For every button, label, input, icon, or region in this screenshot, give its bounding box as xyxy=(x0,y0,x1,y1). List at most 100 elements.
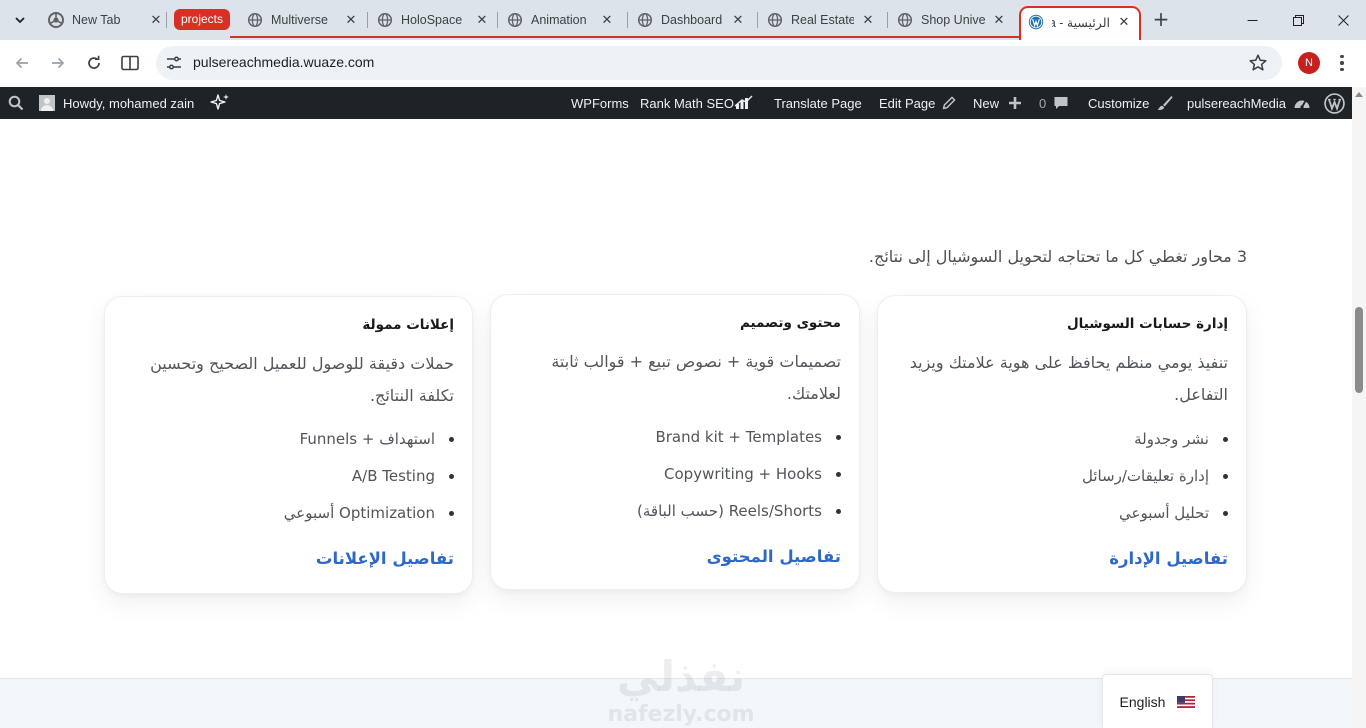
minimize-button[interactable] xyxy=(1229,0,1275,40)
card-description: حملات دقيقة للوصول للعميل الصحيح وتحسين … xyxy=(150,348,454,412)
card-description-line: التفاعل. xyxy=(1174,385,1228,404)
bookmark-star-icon[interactable] xyxy=(1248,53,1268,73)
new-tab-button[interactable]: + xyxy=(1151,9,1171,30)
my-account-menu[interactable]: Howdy, mohamed zain xyxy=(39,87,194,119)
tab-new-tab[interactable]: New Tab ✕ xyxy=(48,6,164,34)
customize-label: Customize xyxy=(1088,95,1150,111)
ai-assistant-button[interactable] xyxy=(209,87,231,119)
tab-title: HoloSpace xyxy=(401,13,463,27)
ads-details-link[interactable]: تفاصيل الإعلانات xyxy=(316,549,454,568)
site-settings-icon[interactable] xyxy=(165,54,183,72)
scroll-up-arrow[interactable] xyxy=(1355,92,1363,97)
list-item: Reels/Shorts (حسب الباقة) xyxy=(637,500,841,537)
new-content-menu[interactable]: New xyxy=(973,87,1022,119)
address-bar[interactable]: pulsereachmedia.wuaze.com xyxy=(156,46,1282,80)
tab-separator xyxy=(627,12,628,28)
chevron-down-icon xyxy=(15,17,25,24)
language-switcher[interactable]: English xyxy=(1102,674,1213,728)
sparkle-icon xyxy=(210,94,229,110)
tab-search-button[interactable] xyxy=(8,8,32,32)
admin-search[interactable] xyxy=(8,87,24,119)
tab-shop[interactable]: Shop Unive ✕ xyxy=(897,6,1007,34)
howdy-text: Howdy, mohamed zain xyxy=(63,95,195,111)
rank-math-label: Rank Math SEO xyxy=(640,95,734,111)
edit-page-label: Edit Page xyxy=(879,95,936,111)
list-item: إدارة تعليقات/رسائل xyxy=(1082,465,1229,502)
tab-dashboard[interactable]: Dashboard ✕ xyxy=(637,6,746,34)
dot xyxy=(1340,61,1344,65)
edit-page-button[interactable]: Edit Page xyxy=(879,87,957,119)
paintbrush-icon xyxy=(1157,96,1174,110)
dashboard-gauge-icon xyxy=(1294,100,1310,109)
wordpress-icon xyxy=(1324,92,1345,114)
tab-holospace[interactable]: HoloSpace ✕ xyxy=(377,6,490,34)
wp-logo-menu[interactable] xyxy=(1324,87,1345,119)
card-title: محتوى وتصميم xyxy=(739,315,841,331)
translate-page-button[interactable]: Translate Page xyxy=(774,87,862,119)
tab-title: الرئيسية - a xyxy=(1052,15,1110,30)
tab-multiverse[interactable]: Multiverse ✕ xyxy=(247,6,359,34)
globe-icon xyxy=(377,12,393,28)
close-icon[interactable]: ✕ xyxy=(599,12,615,28)
close-icon[interactable]: ✕ xyxy=(148,12,164,28)
tab-animation[interactable]: Animation ✕ xyxy=(507,6,615,34)
reading-mode-button[interactable] xyxy=(118,51,142,75)
plus-icon xyxy=(1009,97,1022,109)
restore-button[interactable] xyxy=(1275,0,1321,40)
card-title: إدارة حسابات السوشيال xyxy=(1066,316,1228,332)
globe-icon xyxy=(637,12,653,28)
section-intro-text: 3 محاور تغطي كل ما تحتاجه لتحويل السوشيا… xyxy=(868,247,1247,266)
close-icon[interactable]: ✕ xyxy=(1116,14,1132,30)
site-name-label: pulsereachMedia xyxy=(1187,95,1287,111)
rank-math-menu[interactable]: Rank Math SEO xyxy=(640,87,754,119)
card-feature-list: استهداف + Funnels A/B Testing Optimizati… xyxy=(284,428,455,539)
reload-button[interactable] xyxy=(82,51,106,75)
close-icon[interactable]: ✕ xyxy=(343,12,359,28)
wp-admin-bar: Howdy, mohamed zain WPForms Rank Math SE… xyxy=(0,87,1352,119)
globe-icon xyxy=(507,12,523,28)
site-name-menu[interactable]: pulsereachMedia xyxy=(1187,87,1311,119)
service-card-content: محتوى وتصميم تصميمات قوية + نصوص تبيع + … xyxy=(490,294,860,590)
back-button[interactable] xyxy=(10,51,34,75)
wordpress-icon xyxy=(1028,14,1044,30)
chrome-icon xyxy=(48,12,64,28)
tab-separator xyxy=(166,12,167,28)
list-item: A/B Testing xyxy=(284,465,455,502)
comments-button[interactable]: 0 xyxy=(1039,87,1069,119)
card-description-line: تكلفة النتائج. xyxy=(369,386,454,405)
close-icon[interactable]: ✕ xyxy=(730,12,746,28)
service-card-management: إدارة حسابات السوشيال تنفيذ يومي منظم يح… xyxy=(877,295,1247,593)
comment-icon xyxy=(1054,97,1068,109)
close-icon[interactable]: ✕ xyxy=(474,12,490,28)
close-icon[interactable]: ✕ xyxy=(991,12,1007,28)
list-item: Optimization أسبوعي xyxy=(284,502,455,539)
card-feature-list: Brand kit + Templates Copywriting + Hook… xyxy=(637,426,841,537)
forward-button[interactable] xyxy=(46,51,70,75)
page-scrollbar[interactable] xyxy=(1352,87,1366,728)
tab-group-chip[interactable]: projects xyxy=(174,9,231,30)
list-item: Copywriting + Hooks xyxy=(637,463,841,500)
tab-title: Multiverse xyxy=(271,13,328,27)
card-title: إعلانات ممولة xyxy=(362,317,454,333)
list-item: نشر وجدولة xyxy=(1082,428,1229,465)
management-details-link[interactable]: تفاصيل الإدارة xyxy=(1109,549,1228,568)
scrollbar-thumb[interactable] xyxy=(1355,307,1363,393)
tab-active-home[interactable]: الرئيسية - a ✕ xyxy=(1019,6,1141,40)
browser-tab-strip: New Tab ✕ projects Multiverse ✕ HoloSpac… xyxy=(0,0,1366,40)
content-details-link[interactable]: تفاصيل المحتوى xyxy=(707,547,841,566)
browser-menu-button[interactable] xyxy=(1334,52,1350,74)
close-window-button[interactable] xyxy=(1320,0,1366,40)
wpforms-menu[interactable]: WPForms xyxy=(571,87,629,119)
comments-count: 0 xyxy=(1039,95,1047,111)
avatar xyxy=(39,95,55,111)
new-label: New xyxy=(973,95,1000,111)
avatar-head xyxy=(44,98,50,104)
tab-title: Dashboard xyxy=(661,13,723,27)
avatar-body xyxy=(41,105,53,111)
url-text: pulsereachmedia.wuaze.com xyxy=(193,54,375,70)
tab-real-estate[interactable]: Real Estate ✕ xyxy=(767,6,876,34)
profile-avatar[interactable]: N xyxy=(1298,52,1320,74)
close-icon[interactable]: ✕ xyxy=(860,12,876,28)
globe-icon xyxy=(767,12,783,28)
customize-button[interactable]: Customize xyxy=(1088,87,1174,119)
